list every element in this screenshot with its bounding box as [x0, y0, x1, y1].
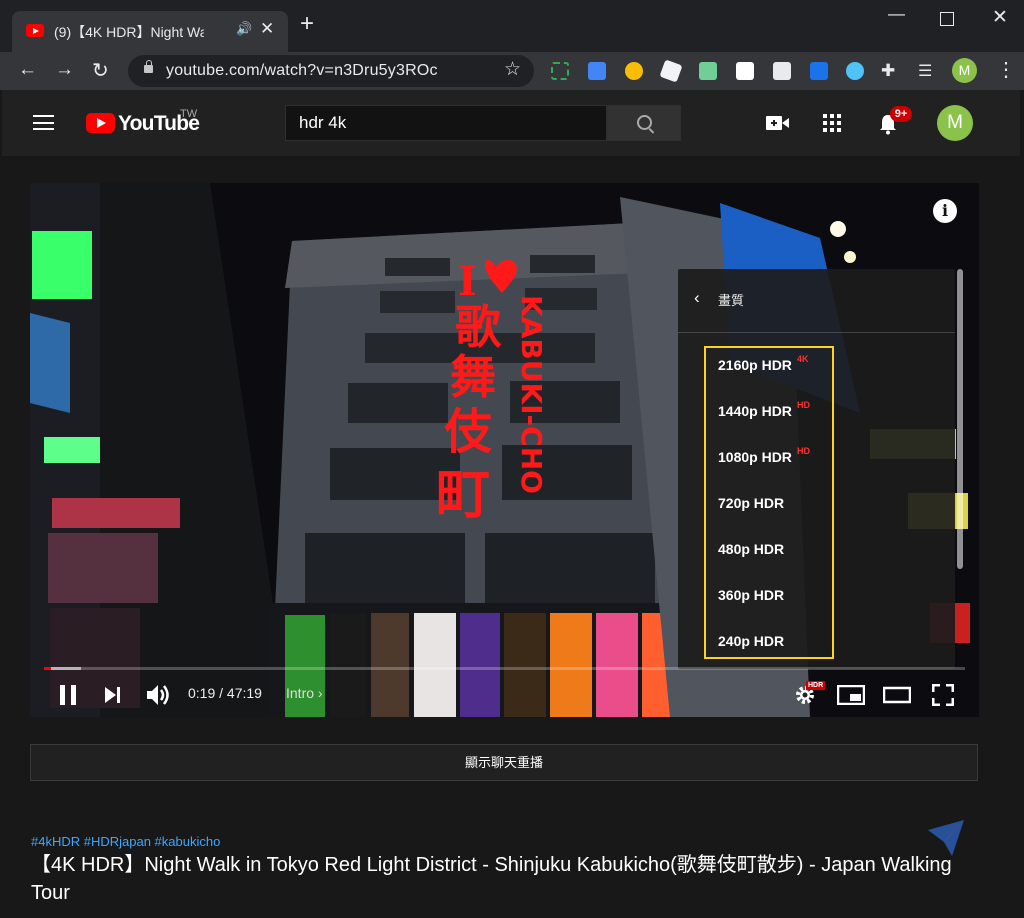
browser-titlebar: (9)【4K HDR】Night Walk i 🔊 ✕ + — ✕ [0, 0, 1024, 52]
browser-menu-icon[interactable]: ⋮ [996, 57, 1016, 82]
svg-text:KABUKI-CHO: KABUKI-CHO [515, 295, 548, 494]
svg-text:歌: 歌 [455, 300, 502, 354]
tab-title: (9)【4K HDR】Night Walk i [54, 24, 204, 40]
blank-extension-icon[interactable] [736, 62, 754, 80]
search-icon [637, 115, 652, 130]
close-window-icon[interactable]: ✕ [992, 6, 1008, 29]
quality-option-480p[interactable]: 480p HDR [718, 541, 784, 557]
hdr-badge: HDR [806, 681, 826, 690]
svg-text:舞: 舞 [450, 350, 496, 404]
extensions-puzzle-icon[interactable]: ✚ [881, 61, 895, 81]
address-bar[interactable]: youtube.com/watch?v=n3Dru5y3ROc ☆ [128, 55, 534, 87]
search-query: hdr 4k [299, 113, 347, 132]
miniplayer-icon[interactable] [837, 685, 865, 705]
account-avatar[interactable]: M [937, 105, 973, 141]
search-input[interactable]: hdr 4k [285, 105, 607, 141]
svg-text:町: 町 [436, 463, 490, 526]
search-button[interactable] [607, 105, 681, 141]
search-extension-icon[interactable] [588, 62, 606, 80]
new-tab-button[interactable]: + [300, 12, 314, 36]
progress-bar[interactable] [44, 667, 965, 670]
region-code: TW [180, 108, 198, 120]
time-display: 0:19 / 47:19 [188, 685, 262, 701]
quality-option-360p[interactable]: 360p HDR [718, 587, 784, 603]
watermark-logo-icon [928, 820, 964, 856]
quality-badge-hd: HD [797, 446, 810, 456]
profile-avatar[interactable]: M [952, 58, 977, 83]
next-video-icon[interactable] [104, 686, 122, 704]
plus-extension-icon[interactable] [810, 62, 828, 80]
tab-close-icon[interactable]: ✕ [260, 19, 274, 39]
bookmark-star-icon[interactable]: ☆ [504, 58, 521, 81]
minimize-icon[interactable]: — [888, 4, 905, 24]
svg-text:伎: 伎 [444, 404, 492, 460]
lock-icon [144, 60, 153, 73]
quality-option-240p[interactable]: 240p HDR [718, 633, 784, 649]
pause-icon[interactable] [58, 684, 78, 706]
video-hashtags[interactable]: #4kHDR #HDRjapan #kabukicho [31, 834, 220, 849]
menu-divider [678, 332, 955, 333]
video-title: 【4K HDR】Night Walk in Tokyo Red Light Di… [31, 854, 952, 904]
mail-extension-icon[interactable] [699, 62, 717, 80]
chapter-title[interactable]: Intro › [286, 685, 323, 701]
forward-icon[interactable]: → [55, 59, 74, 81]
chapter-label: Intro [286, 685, 315, 701]
quality-option-720p[interactable]: 720p HDR [718, 495, 784, 511]
browser-toolbar: ← → ↻ youtube.com/watch?v=n3Dru5y3ROc ☆ … [0, 52, 1024, 90]
url-text[interactable]: youtube.com/watch?v=n3Dru5y3ROc [166, 62, 438, 80]
volume-icon[interactable] [146, 683, 172, 707]
create-video-icon[interactable] [766, 115, 790, 131]
svg-text:I: I [458, 258, 477, 305]
quality-option-2160p[interactable]: 2160p HDR [718, 357, 792, 373]
chevron-left-icon[interactable]: ‹ [694, 288, 700, 308]
browser-tab-active[interactable]: (9)【4K HDR】Night Walk i 🔊 ✕ [12, 11, 288, 52]
apps-grid-icon[interactable] [823, 114, 841, 132]
video-info-icon[interactable]: i [933, 199, 957, 223]
theater-mode-icon[interactable] [883, 686, 911, 704]
quality-option-1080p[interactable]: 1080p HDR [718, 449, 792, 465]
screenshot-extension-icon[interactable] [551, 62, 569, 80]
briefcase-extension-icon[interactable] [773, 62, 791, 80]
maximize-icon[interactable] [940, 12, 954, 26]
quality-badge-hd: HD [797, 400, 810, 410]
media-queue-icon[interactable]: ☰ [918, 61, 932, 81]
lens-extension-icon[interactable] [846, 62, 864, 80]
reload-icon[interactable]: ↻ [92, 58, 109, 83]
quality-badge-4k: 4K [797, 354, 809, 364]
progress-buffered [51, 667, 81, 670]
menu-icon[interactable] [33, 115, 54, 130]
progress-played [44, 667, 51, 670]
back-icon[interactable]: ← [18, 59, 37, 81]
show-chat-replay-button[interactable]: 顯示聊天重播 [30, 744, 978, 781]
youtube-favicon-icon [26, 24, 44, 37]
youtube-masthead: YouTube TW hdr 4k 9+ M [2, 90, 1020, 156]
youtube-logo-icon[interactable] [86, 113, 115, 133]
color-extension-icon[interactable] [625, 62, 643, 80]
youtube-page: YouTube TW hdr 4k 9+ M I 歌 舞 伎 町 KABUKI-… [2, 90, 1020, 918]
quality-menu-title: 畫質 [718, 293, 745, 308]
speaker-icon[interactable]: 🔊 [236, 21, 252, 37]
video-player[interactable]: I 歌 舞 伎 町 KABUKI-CHO i ‹ 畫質 2160p HDR 4K… [30, 183, 979, 717]
quality-option-1440p[interactable]: 1440p HDR [718, 403, 792, 419]
notifications-badge: 9+ [890, 106, 912, 122]
menu-scrollbar[interactable] [957, 269, 963, 569]
clip-extension-icon[interactable] [659, 59, 683, 83]
fullscreen-icon[interactable] [932, 684, 954, 706]
